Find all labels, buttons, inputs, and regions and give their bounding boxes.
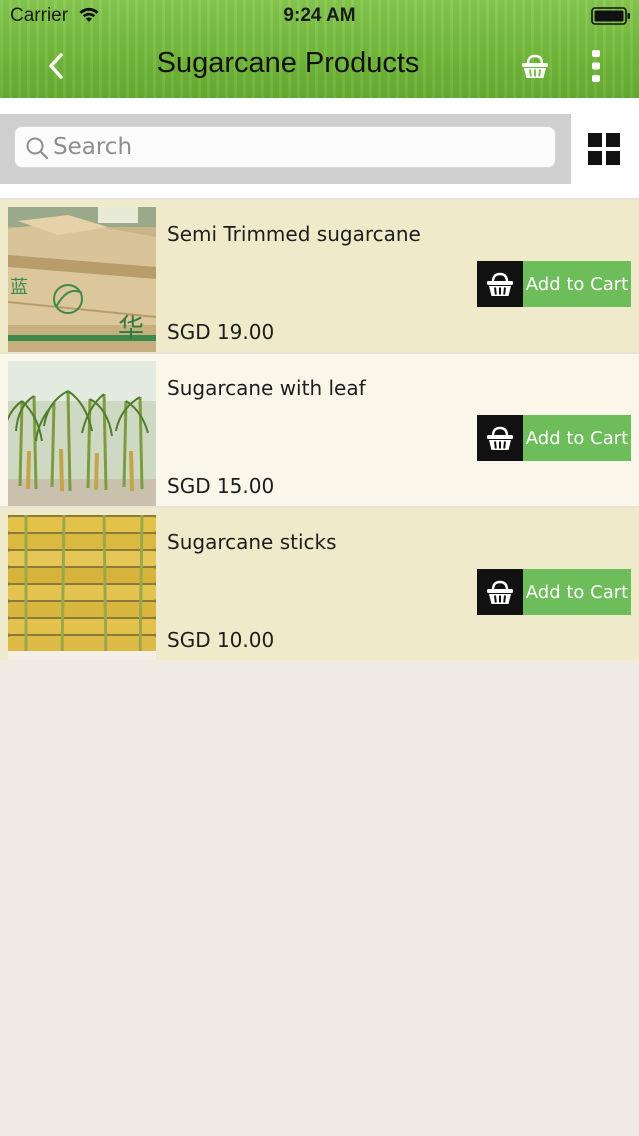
cart-icon-box [477,415,523,461]
add-to-cart-label: Add to Cart [523,569,631,615]
product-image: 华 蓝 [8,207,156,352]
product-name: Sugarcane sticks [167,530,337,554]
add-to-cart-button[interactable]: Add to Cart [477,261,631,307]
product-row[interactable]: Sugarcane with leaf SGD 15.00 Add to Car… [0,352,639,506]
product-price: SGD 10.00 [167,628,275,652]
product-name: Semi Trimmed sugarcane [167,222,421,246]
add-to-cart-label: Add to Cart [523,261,631,307]
add-to-cart-button[interactable]: Add to Cart [477,569,631,615]
svg-text:华: 华 [118,314,144,344]
add-to-cart-label: Add to Cart [523,415,631,461]
add-to-cart-button[interactable]: Add to Cart [477,415,631,461]
field-image [8,361,156,506]
status-bar: Carrier 9:24 AM [0,0,639,34]
page-title: Sugarcane Products [156,47,420,79]
search-input[interactable] [53,127,543,167]
search-box[interactable] [14,126,556,168]
product-image [8,515,156,660]
chevron-left-icon [49,53,63,79]
basket-icon [487,426,513,450]
app-header: Carrier 9:24 AM Sugarcane Products [0,0,639,98]
more-vertical-icon [592,50,600,82]
product-price: SGD 15.00 [167,474,275,498]
nav-bar: Sugarcane Products [0,34,639,98]
product-price: SGD 19.00 [167,320,275,344]
product-image [8,361,156,506]
product-row[interactable]: 华 蓝 Semi Trimmed sugarcane SGD 19.00 Add… [0,198,639,352]
header-cart-button[interactable] [516,48,554,84]
sticks-image [8,515,156,660]
basket-icon [487,272,513,296]
basket-icon [522,54,548,78]
search-bar [0,114,571,184]
cart-icon-box [477,569,523,615]
product-name: Sugarcane with leaf [167,376,366,400]
product-row[interactable]: Sugarcane sticks SGD 10.00 Add to Cart [0,506,639,660]
back-button[interactable] [36,46,76,86]
svg-text:蓝: 蓝 [10,277,28,298]
basket-icon [487,580,513,604]
search-area [0,98,639,198]
grid-icon [588,133,620,165]
clock: 9:24 AM [283,5,356,26]
battery-icon [591,7,630,25]
boxes-image: 华 蓝 [8,207,156,352]
grid-view-button[interactable] [586,131,622,167]
cart-icon-box [477,261,523,307]
more-options-button[interactable] [580,44,612,88]
search-icon [26,137,49,160]
